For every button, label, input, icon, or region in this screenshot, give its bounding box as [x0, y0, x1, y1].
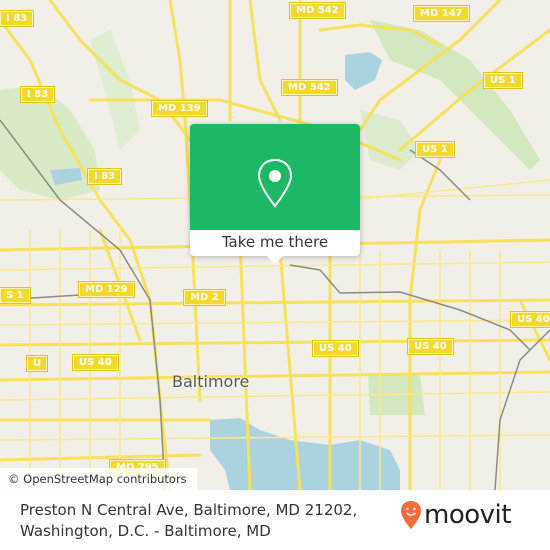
- road-shield: MD 2: [184, 290, 225, 305]
- road-shield: MD 129: [79, 282, 134, 297]
- location-pin-icon: [257, 158, 293, 208]
- park-area: [0, 85, 100, 200]
- road-shield: US 40: [408, 339, 453, 354]
- destination-popup[interactable]: Take me there: [190, 124, 360, 264]
- address: Preston N Central Ave, Baltimore, MD 212…: [20, 500, 357, 542]
- road-shield: US 40: [73, 355, 118, 370]
- popup-header: [190, 124, 360, 230]
- moovit-wordmark: moovit: [424, 500, 511, 530]
- lake: [345, 52, 382, 90]
- popup-pointer: [267, 256, 283, 264]
- park-area: [90, 30, 140, 150]
- road-shield: MD 139: [152, 101, 207, 116]
- road-shield: US 40: [313, 341, 358, 356]
- take-me-there-button[interactable]: Take me there: [190, 230, 360, 256]
- footer: Preston N Central Ave, Baltimore, MD 212…: [0, 490, 550, 550]
- road-shield: I 83: [21, 87, 55, 102]
- road-shield: MD 147: [414, 6, 469, 21]
- road-shield: US 40: [511, 312, 550, 327]
- address-line-1: Preston N Central Ave, Baltimore, MD 212…: [20, 501, 358, 519]
- road-shield: I 83: [0, 11, 34, 26]
- address-line-2: Washington, D.C. - Baltimore, MD: [20, 522, 271, 540]
- road-shield: S 1: [0, 288, 30, 303]
- moovit-pin-icon: [401, 501, 421, 529]
- road-shield: U: [27, 356, 48, 371]
- road-shield: MD 542: [282, 80, 337, 95]
- road-shield: I 83: [88, 169, 122, 184]
- road-shield: MD 542: [290, 3, 345, 18]
- road-shield: US 1: [416, 142, 454, 157]
- city-label: Baltimore: [172, 372, 250, 391]
- road-shield: US 1: [484, 73, 522, 88]
- moovit-logo[interactable]: moovit: [400, 500, 511, 530]
- harbor: [210, 418, 400, 490]
- map-attribution[interactable]: © OpenStreetMap contributors: [0, 468, 197, 490]
